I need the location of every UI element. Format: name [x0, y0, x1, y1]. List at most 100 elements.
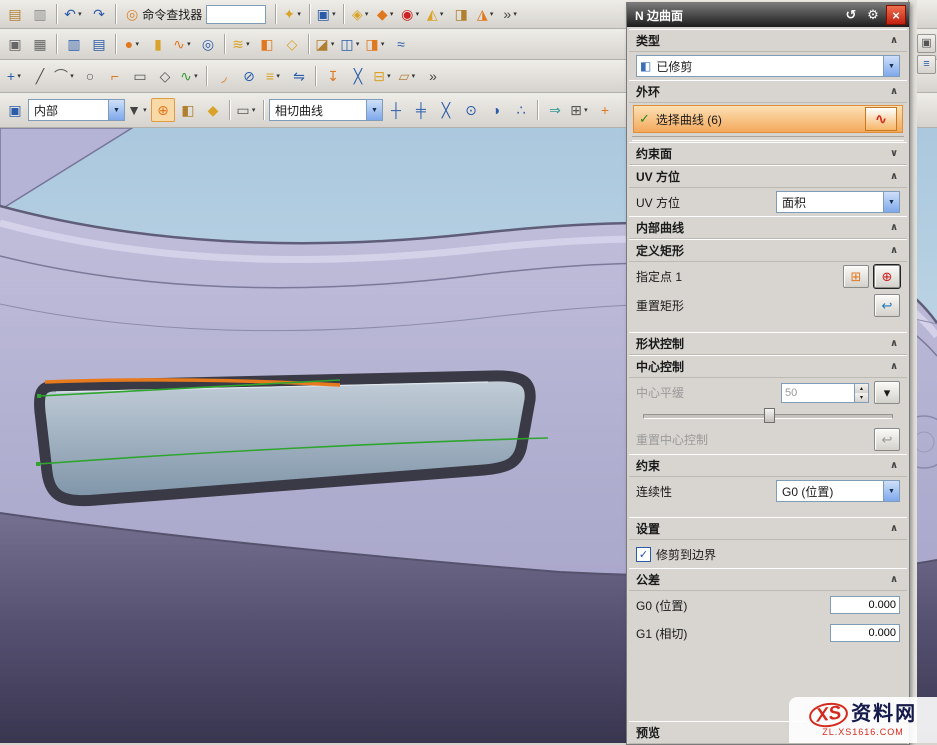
datum-csys-icon[interactable]: ◈▾ [349, 2, 373, 26]
mirror-curve-icon[interactable]: ⇋ [287, 64, 311, 88]
dropdown-arrow-icon[interactable]: ▾ [295, 10, 303, 18]
dropdown-arrow-icon[interactable]: ▾ [330, 10, 338, 18]
selection-scope-icon[interactable]: ▣ [3, 98, 27, 122]
rectangle-select-icon[interactable]: ▭▾ [235, 98, 259, 122]
chamfer-icon[interactable]: ◮▾ [474, 2, 498, 26]
intersection-snap-icon[interactable]: ╳ [434, 98, 458, 122]
tube-icon[interactable]: ◎ [196, 32, 220, 56]
n-sided-surface-icon[interactable]: ◇ [280, 32, 304, 56]
center-snap-icon[interactable]: ⊙ [459, 98, 483, 122]
sphere-icon[interactable]: ●▾ [121, 32, 145, 56]
chevron-up-icon[interactable]: ∧ [887, 361, 901, 372]
point-icon[interactable]: +▾ [3, 64, 27, 88]
dialog-titlebar[interactable]: N 边曲面 ↺ ⚙ × [627, 3, 909, 27]
dropdown-arrow-icon[interactable]: ▾ [15, 72, 23, 80]
layer-settings-icon[interactable]: ≡ [917, 55, 936, 74]
dropdown-arrow-icon[interactable]: ▾ [388, 10, 396, 18]
redo-icon[interactable]: ↷ [87, 2, 111, 26]
dropdown-arrow-icon[interactable]: ▾ [244, 40, 252, 48]
selection-scope-dropdown[interactable]: 内部 ▼ [28, 99, 125, 121]
section-curve-icon[interactable]: ⊟▾ [371, 64, 395, 88]
measure-icon[interactable]: ⊞▾ [568, 98, 592, 122]
section-internal-curves-header[interactable]: 内部曲线 ∧ [629, 216, 907, 239]
command-finder-input[interactable] [206, 5, 266, 24]
flow-direction-icon[interactable]: ⇒ [543, 98, 567, 122]
selection-filter-icon[interactable]: ▼▾ [126, 98, 150, 122]
type-dropdown[interactable]: ◧ 已修剪 ▼ [636, 55, 900, 77]
dropdown-arrow-icon[interactable]: ▼ [883, 192, 899, 212]
section-settings-header[interactable]: 设置 ∧ [629, 517, 907, 540]
spinner-up-icon[interactable]: ▴ [855, 384, 868, 393]
part-navigator-icon[interactable]: ▤ [87, 32, 111, 56]
project-curve-icon[interactable]: ↧ [321, 64, 345, 88]
snap-point-toggle-icon[interactable]: ⊕ [151, 98, 175, 122]
dropdown-arrow-icon[interactable]: ▾ [379, 40, 387, 48]
reset-center-control-button[interactable]: ↩ [874, 428, 900, 451]
center-flat-input[interactable] [782, 384, 854, 402]
dropdown-arrow-icon[interactable]: ▾ [192, 72, 200, 80]
touch-mode-icon[interactable]: ✦▾ [281, 2, 305, 26]
section-constraint-header[interactable]: 约束 ∧ [629, 454, 907, 477]
section-tolerance-header[interactable]: 公差 ∧ [629, 568, 907, 591]
dropdown-arrow-icon[interactable]: ▾ [438, 10, 446, 18]
center-flat-slider[interactable] [643, 408, 893, 422]
dropdown-arrow-icon[interactable]: ▾ [274, 72, 282, 80]
swept-icon[interactable]: ∿▾ [171, 32, 195, 56]
dropdown-arrow-icon[interactable]: ▾ [582, 106, 590, 114]
open-part-icon[interactable]: ▥ [28, 2, 52, 26]
dropdown-arrow-icon[interactable]: ▾ [413, 10, 421, 18]
shell-icon[interactable]: ◨ [449, 2, 473, 26]
dropdown-arrow-icon[interactable]: ▾ [354, 40, 362, 48]
dropdown-arrow-icon[interactable]: ▾ [385, 72, 393, 80]
circle-icon[interactable]: ○ [78, 64, 102, 88]
chevron-down-icon[interactable]: ∨ [887, 148, 901, 159]
g1-tolerance-input[interactable] [830, 624, 900, 642]
chevron-up-icon[interactable]: ∧ [887, 523, 901, 534]
select-body-icon[interactable]: ◆ [201, 98, 225, 122]
fillet-icon[interactable]: ◞ [212, 64, 236, 88]
trim-boundary-checkbox[interactable]: ✓ [636, 547, 651, 562]
offset-surface-icon[interactable]: ◫▾ [339, 32, 363, 56]
select-curve-row[interactable]: ✓ 选择曲线 (6) ∿ [633, 105, 903, 133]
datum-plane-icon[interactable]: ▱▾ [396, 64, 420, 88]
dropdown-arrow-icon[interactable]: ▾ [488, 10, 496, 18]
dropdown-arrow-icon[interactable]: ▾ [511, 10, 519, 18]
dropdown-arrow-icon[interactable]: ▾ [185, 40, 193, 48]
chevron-up-icon[interactable]: ∧ [887, 222, 901, 233]
studio-spline-icon[interactable]: ∿▾ [178, 64, 202, 88]
cylinder-icon[interactable]: ▮ [146, 32, 170, 56]
dropdown-arrow-icon[interactable]: ▼ [883, 56, 899, 76]
g0-tolerance-input[interactable] [830, 596, 900, 614]
edge-blend-icon[interactable]: ◭▾ [424, 2, 448, 26]
dropdown-arrow-icon[interactable]: ▼ [883, 481, 899, 501]
spinner-down-icon[interactable]: ▾ [855, 393, 868, 402]
section-type-header[interactable]: 类型 ∧ [629, 29, 907, 52]
continuity-dropdown[interactable]: G0 (位置) ▼ [776, 480, 900, 502]
endpoint-snap-icon[interactable]: ┼ [384, 98, 408, 122]
dropdown-arrow-icon[interactable]: ▼ [108, 100, 124, 120]
existing-point-snap-icon[interactable]: ∴ [509, 98, 533, 122]
dialog-reset-icon[interactable]: ↺ [842, 6, 860, 24]
more-features-icon[interactable]: »▾ [499, 2, 523, 26]
section-center-control-header[interactable]: 中心控制 ∧ [629, 355, 907, 378]
undo-icon[interactable]: ↶▾ [62, 2, 86, 26]
profile-icon[interactable]: ⌐ [103, 64, 127, 88]
view-layout-icon[interactable]: ▦ [28, 32, 52, 56]
chevron-up-icon[interactable]: ∧ [887, 460, 901, 471]
role-icon[interactable]: ▣▾ [315, 2, 339, 26]
assembly-navigator-icon[interactable]: ▥ [62, 32, 86, 56]
extrude-icon[interactable]: ◆▾ [374, 2, 398, 26]
line-icon[interactable]: ╱ [28, 64, 52, 88]
chevron-up-icon[interactable]: ∧ [887, 574, 901, 585]
thicken-icon[interactable]: ◪▾ [314, 32, 338, 56]
section-uv-orientation-header[interactable]: UV 方位 ∧ [629, 165, 907, 188]
dropdown-arrow-icon[interactable]: ▾ [68, 72, 76, 80]
chevron-up-icon[interactable]: ∧ [887, 86, 901, 97]
point-constructor-button[interactable]: ⊕ [874, 265, 900, 288]
chevron-up-icon[interactable]: ∧ [887, 35, 901, 46]
trim-body-icon[interactable]: ◨▾ [364, 32, 388, 56]
dropdown-arrow-icon[interactable]: ▾ [250, 106, 258, 114]
arc-icon[interactable]: ⌒▾ [53, 64, 77, 88]
boolean-unite-icon[interactable]: ◉▾ [399, 2, 423, 26]
section-outer-loop-header[interactable]: 外环 ∧ [629, 80, 907, 103]
